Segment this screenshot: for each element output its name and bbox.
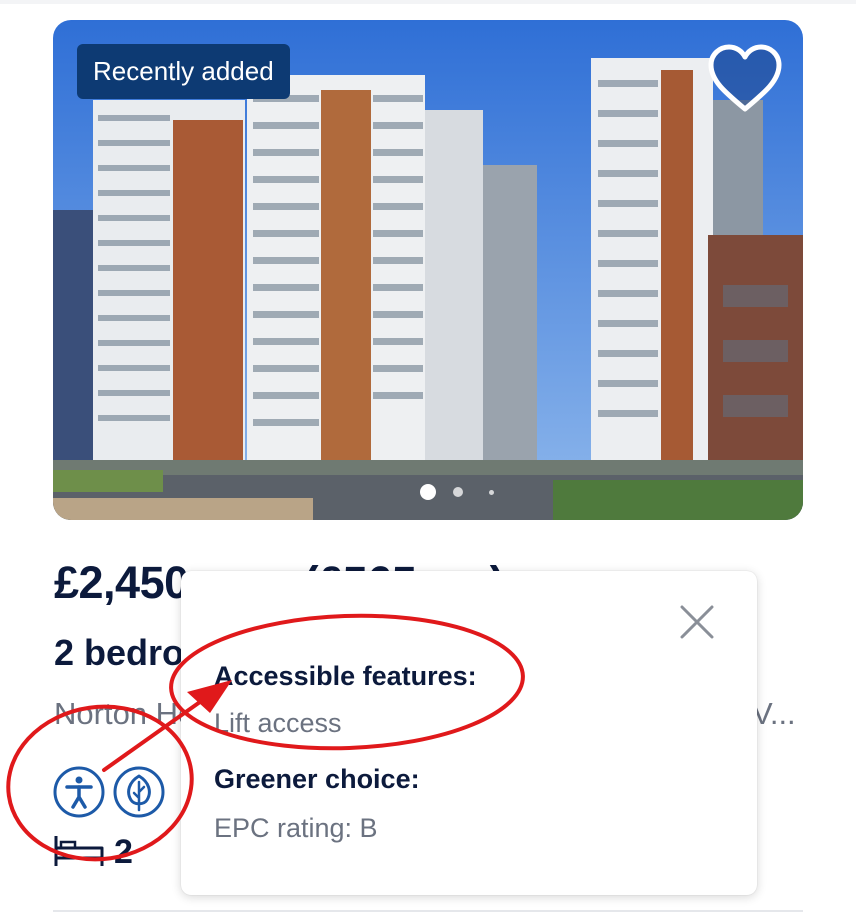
top-divider [0, 0, 856, 4]
greener-choice-heading: Greener choice: [214, 764, 420, 794]
carousel-dot-active[interactable] [420, 484, 436, 500]
accessibility-icon[interactable] [53, 766, 105, 818]
card-divider [53, 910, 803, 912]
carousel-dot[interactable] [489, 490, 494, 495]
carousel-indicators [418, 482, 508, 502]
close-icon[interactable] [678, 603, 716, 641]
accessible-features-heading: Accessible features: [214, 661, 477, 691]
recently-added-badge: Recently added [77, 44, 290, 99]
heart-icon[interactable] [706, 43, 784, 115]
carousel-dot[interactable] [453, 487, 463, 497]
accessible-features-value: Lift access [214, 708, 342, 738]
epc-rating-value: EPC rating: B [214, 813, 378, 843]
bed-icon [54, 836, 104, 866]
bedroom-count: 2 [114, 833, 133, 871]
leaf-icon[interactable] [113, 766, 165, 818]
listing-address-truncated: V... [752, 696, 796, 731]
